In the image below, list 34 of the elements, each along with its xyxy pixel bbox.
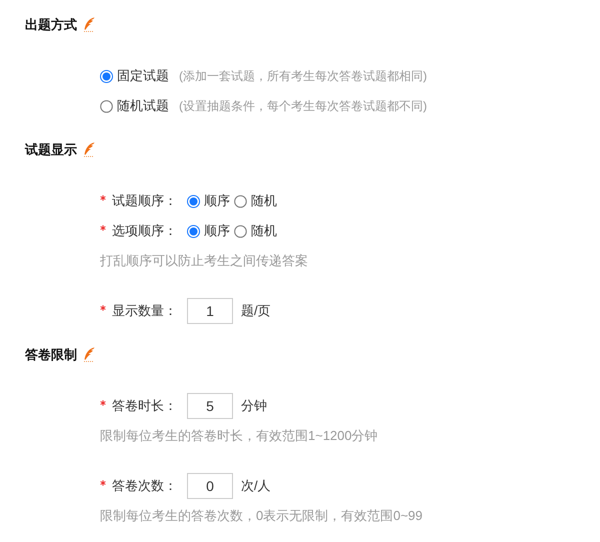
unit-label: 次/人 xyxy=(241,477,271,495)
radio-button[interactable] xyxy=(100,100,113,112)
hint-text: 限制每位考生的答卷时长，有效范围1~1200分钟 xyxy=(100,427,379,445)
field-label: 选项顺序： xyxy=(112,222,177,240)
field-label: 答卷次数： xyxy=(112,477,177,495)
number-field[interactable]: 1 xyxy=(187,298,233,324)
feather-icon xyxy=(83,347,95,363)
option-note: (添加一套试题，所有考生每次答卷试题都相同) xyxy=(179,68,427,84)
option-label[interactable]: 顺序 xyxy=(204,192,230,210)
field-label: 试题顺序： xyxy=(112,192,177,210)
radio-button[interactable] xyxy=(234,224,247,238)
field-label: 答卷时长： xyxy=(112,397,177,415)
option-note: (设置抽题条件，每个考生每次答卷试题都不同) xyxy=(179,98,427,114)
section-title: 答卷限制 xyxy=(25,346,77,364)
option-label[interactable]: 顺序 xyxy=(204,222,230,240)
option-label[interactable]: 随机 xyxy=(251,192,277,210)
option-label[interactable]: 固定试题 xyxy=(117,67,169,85)
radio-button[interactable] xyxy=(187,224,200,238)
number-field[interactable]: 5 xyxy=(187,393,233,419)
hint-text: 打乱顺序可以防止考生之间传递答案 xyxy=(100,252,309,270)
radio-button[interactable] xyxy=(234,194,247,208)
feather-icon xyxy=(83,142,95,158)
field-label: 显示数量： xyxy=(112,302,177,320)
hint-text: 限制每位考生的答卷次数，0表示无限制，有效范围0~99 xyxy=(100,507,424,525)
option-label[interactable]: 随机试题 xyxy=(117,97,169,115)
unit-label: 题/页 xyxy=(241,302,271,320)
option-label[interactable]: 随机 xyxy=(251,222,277,240)
unit-label: 分钟 xyxy=(241,397,267,415)
section-title: 出题方式 xyxy=(25,16,77,34)
section-title: 试题显示 xyxy=(25,141,77,159)
number-field[interactable]: 0 xyxy=(187,473,233,499)
radio-button[interactable] xyxy=(187,194,200,208)
radio-button[interactable] xyxy=(100,70,113,82)
feather-icon xyxy=(83,17,95,33)
